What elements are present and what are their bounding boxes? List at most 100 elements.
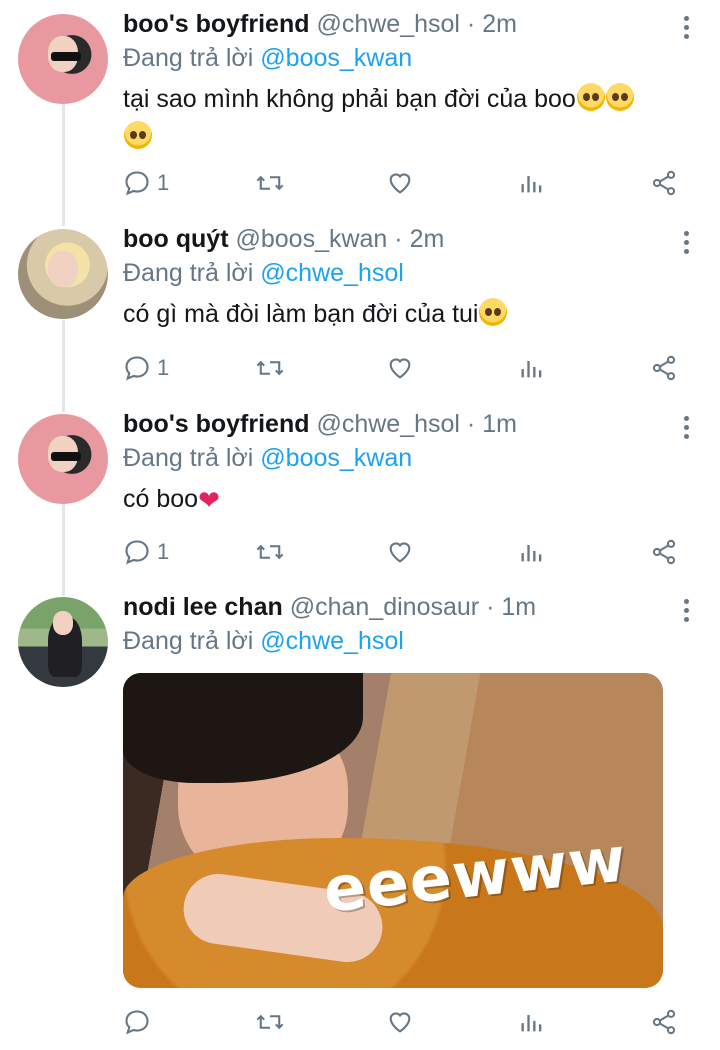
- share-icon: [652, 170, 676, 196]
- tweet-text: tại sao mình không phải bạn đời của boo: [123, 80, 683, 156]
- heart-icon: [389, 1012, 411, 1033]
- like-button[interactable]: [386, 1005, 414, 1039]
- analytics-icon: [521, 1015, 542, 1032]
- replying-to-handle[interactable]: @chwe_hsol: [260, 259, 404, 287]
- analytics-icon: [521, 176, 542, 193]
- analytics-button[interactable]: [518, 351, 546, 385]
- display-name[interactable]: boo's boyfriend: [123, 410, 310, 438]
- tweet-text-content: có gì mà đòi làm bạn đời của tui: [123, 300, 479, 328]
- action-bar: [0, 1005, 720, 1039]
- retweet-icon: [256, 360, 284, 376]
- avatar-face: [53, 611, 73, 635]
- retweet-button[interactable]: [255, 535, 285, 569]
- replying-to-handle[interactable]: @chwe_hsol: [260, 627, 404, 655]
- avatar[interactable]: [18, 597, 108, 687]
- share-icon: [652, 1009, 676, 1035]
- avatar[interactable]: [18, 229, 108, 319]
- tweet[interactable]: nodi lee chan @chan_dinosaur · 1m Đang t…: [0, 583, 720, 1050]
- analytics-button[interactable]: [518, 166, 546, 200]
- timestamp[interactable]: 1m: [501, 593, 536, 621]
- like-button[interactable]: [386, 351, 414, 385]
- tweet-text: có gì mà đòi làm bạn đời của tui: [123, 295, 683, 333]
- separator: ·: [466, 410, 476, 438]
- replying-to: Đang trả lời @chwe_hsol: [123, 627, 404, 656]
- reply-count: 1: [157, 170, 170, 195]
- like-button[interactable]: [386, 535, 414, 569]
- heart-icon: [389, 358, 411, 379]
- tweet-text: có boo❤: [123, 480, 683, 518]
- red-heart-emoji: ❤: [198, 485, 220, 515]
- retweet-icon: [256, 544, 284, 560]
- replying-to: Đang trả lời @boos_kwan: [123, 44, 412, 73]
- more-options-icon[interactable]: [684, 599, 690, 626]
- analytics-button[interactable]: [518, 1005, 546, 1039]
- analytics-icon: [521, 545, 542, 562]
- replying-to-label: Đang trả lời: [123, 444, 254, 472]
- reply-button[interactable]: 1: [123, 351, 169, 385]
- user-handle[interactable]: @chwe_hsol: [316, 410, 460, 438]
- timestamp[interactable]: 2m: [482, 10, 517, 38]
- tweet[interactable]: boo's boyfriend @chwe_hsol · 2m Đang trả…: [0, 0, 720, 215]
- separator: ·: [394, 225, 403, 253]
- display-name[interactable]: boo quýt: [123, 225, 229, 253]
- display-name[interactable]: nodi lee chan: [123, 593, 283, 621]
- reply-icon: [125, 171, 149, 196]
- timestamp[interactable]: 1m: [482, 410, 517, 438]
- like-button[interactable]: [386, 166, 414, 200]
- share-button[interactable]: [650, 351, 678, 385]
- tweet-header: nodi lee chan @chan_dinosaur · 1m: [123, 593, 536, 622]
- pleading-face-emoji: [124, 121, 152, 149]
- action-bar: 1: [0, 166, 720, 200]
- action-bar: 1: [0, 535, 720, 569]
- retweet-icon: [256, 175, 284, 191]
- user-handle[interactable]: @chwe_hsol: [316, 10, 460, 38]
- pleading-face-emoji: [576, 83, 605, 111]
- tweet[interactable]: boo quýt @boos_kwan · 2m Đang trả lời @c…: [0, 215, 720, 400]
- tweet-header: boo quýt @boos_kwan · 2m: [123, 225, 444, 254]
- pleading-face-emoji: [605, 83, 634, 111]
- reply-button[interactable]: [123, 1005, 151, 1039]
- replying-to-label: Đang trả lời: [123, 259, 254, 287]
- more-options-icon[interactable]: [684, 16, 690, 43]
- tweet-text-content: tại sao mình không phải bạn đời của boo: [123, 85, 576, 113]
- share-icon: [652, 539, 676, 565]
- retweet-button[interactable]: [255, 351, 285, 385]
- avatar-face: [48, 251, 78, 287]
- retweet-button[interactable]: [255, 166, 285, 200]
- reply-icon: [125, 1010, 149, 1035]
- separator: ·: [466, 10, 476, 38]
- display-name[interactable]: boo's boyfriend: [123, 10, 310, 38]
- reply-button[interactable]: 1: [123, 535, 169, 569]
- share-button[interactable]: [650, 1005, 678, 1039]
- user-handle[interactable]: @chan_dinosaur: [290, 593, 479, 621]
- tweet[interactable]: boo's boyfriend @chwe_hsol · 1m Đang trả…: [0, 400, 720, 585]
- tweet-header: boo's boyfriend @chwe_hsol · 2m: [123, 10, 517, 39]
- reply-count: 1: [157, 355, 170, 380]
- more-options-icon[interactable]: [684, 231, 690, 258]
- replying-to-handle[interactable]: @boos_kwan: [260, 44, 412, 72]
- share-icon: [652, 355, 676, 381]
- tweet-text-content: có boo: [123, 485, 199, 513]
- avatar[interactable]: [18, 14, 108, 104]
- share-button[interactable]: [650, 166, 678, 200]
- reply-icon: [125, 540, 149, 565]
- analytics-button[interactable]: [518, 535, 546, 569]
- thread-view: { "tweets": [ { "name": "boo's boyfriend…: [0, 0, 720, 1050]
- timestamp[interactable]: 2m: [410, 225, 445, 253]
- avatar-sunglasses: [51, 452, 81, 461]
- analytics-icon: [521, 361, 542, 378]
- retweet-icon: [256, 1014, 284, 1030]
- tweet-media-image[interactable]: eeewww: [123, 673, 663, 988]
- replying-to-handle[interactable]: @boos_kwan: [260, 444, 412, 472]
- reply-count: 1: [157, 539, 170, 564]
- more-options-icon[interactable]: [684, 416, 690, 443]
- replying-to-label: Đang trả lời: [123, 44, 254, 72]
- reply-icon: [125, 356, 149, 381]
- retweet-button[interactable]: [255, 1005, 285, 1039]
- reply-button[interactable]: 1: [123, 166, 169, 200]
- user-handle[interactable]: @boos_kwan: [235, 225, 387, 253]
- share-button[interactable]: [650, 535, 678, 569]
- replying-to: Đang trả lời @boos_kwan: [123, 444, 412, 473]
- avatar[interactable]: [18, 414, 108, 504]
- replying-to-label: Đang trả lời: [123, 627, 254, 655]
